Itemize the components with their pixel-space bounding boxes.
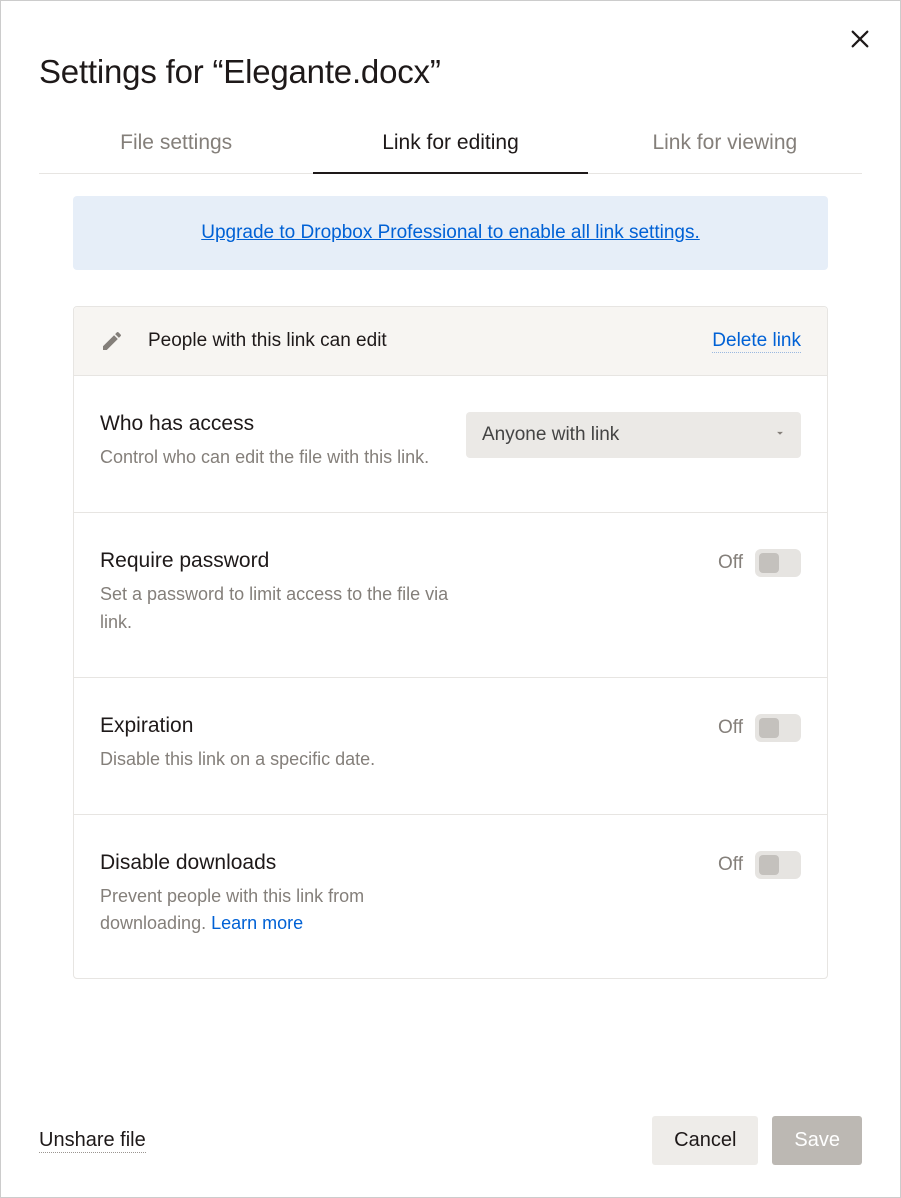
card-header-text: People with this link can edit bbox=[136, 330, 712, 352]
card-header: People with this link can edit Delete li… bbox=[74, 307, 827, 376]
pencil-icon bbox=[100, 329, 136, 353]
tab-file-settings[interactable]: File settings bbox=[39, 131, 313, 173]
downloads-title: Disable downloads bbox=[100, 851, 451, 875]
access-select[interactable]: Anyone with link bbox=[466, 412, 801, 458]
delete-link[interactable]: Delete link bbox=[712, 330, 801, 353]
access-desc: Control who can edit the file with this … bbox=[100, 444, 451, 472]
link-settings-card: People with this link can edit Delete li… bbox=[73, 306, 828, 979]
tab-link-for-editing[interactable]: Link for editing bbox=[313, 131, 587, 173]
close-button[interactable] bbox=[846, 27, 874, 55]
toggle-knob bbox=[759, 718, 779, 738]
password-desc: Set a password to limit access to the fi… bbox=[100, 581, 451, 637]
upgrade-link[interactable]: Upgrade to Dropbox Professional to enabl… bbox=[201, 222, 700, 243]
password-toggle[interactable] bbox=[755, 549, 801, 577]
close-icon bbox=[849, 28, 871, 55]
setting-expiration: Expiration Disable this link on a specif… bbox=[74, 678, 827, 815]
save-button[interactable]: Save bbox=[772, 1116, 862, 1165]
toggle-knob bbox=[759, 855, 779, 875]
setting-who-has-access: Who has access Control who can edit the … bbox=[74, 376, 827, 513]
dialog-title: Settings for “Elegante.docx” bbox=[1, 1, 900, 101]
upgrade-banner: Upgrade to Dropbox Professional to enabl… bbox=[73, 196, 828, 270]
downloads-state-label: Off bbox=[718, 854, 743, 876]
expiration-toggle[interactable] bbox=[755, 714, 801, 742]
learn-more-link[interactable]: Learn more bbox=[211, 913, 303, 933]
password-title: Require password bbox=[100, 549, 451, 573]
expiration-desc: Disable this link on a specific date. bbox=[100, 746, 451, 774]
password-state-label: Off bbox=[718, 552, 743, 574]
downloads-toggle[interactable] bbox=[755, 851, 801, 879]
cancel-button[interactable]: Cancel bbox=[652, 1116, 758, 1165]
settings-dialog: Settings for “Elegante.docx” File settin… bbox=[0, 0, 901, 1198]
downloads-desc: Prevent people with this link from downl… bbox=[100, 883, 451, 939]
toggle-knob bbox=[759, 553, 779, 573]
setting-require-password: Require password Set a password to limit… bbox=[74, 513, 827, 678]
access-select-value: Anyone with link bbox=[482, 424, 619, 445]
expiration-title: Expiration bbox=[100, 714, 451, 738]
setting-disable-downloads: Disable downloads Prevent people with th… bbox=[74, 815, 827, 979]
dialog-footer: Unshare file Cancel Save bbox=[1, 1088, 900, 1197]
chevron-down-icon bbox=[773, 424, 787, 446]
unshare-file-link[interactable]: Unshare file bbox=[39, 1129, 146, 1153]
tab-content: Upgrade to Dropbox Professional to enabl… bbox=[1, 174, 900, 979]
expiration-state-label: Off bbox=[718, 717, 743, 739]
tabs: File settings Link for editing Link for … bbox=[39, 131, 862, 174]
access-title: Who has access bbox=[100, 412, 451, 436]
tab-link-for-viewing[interactable]: Link for viewing bbox=[588, 131, 862, 173]
